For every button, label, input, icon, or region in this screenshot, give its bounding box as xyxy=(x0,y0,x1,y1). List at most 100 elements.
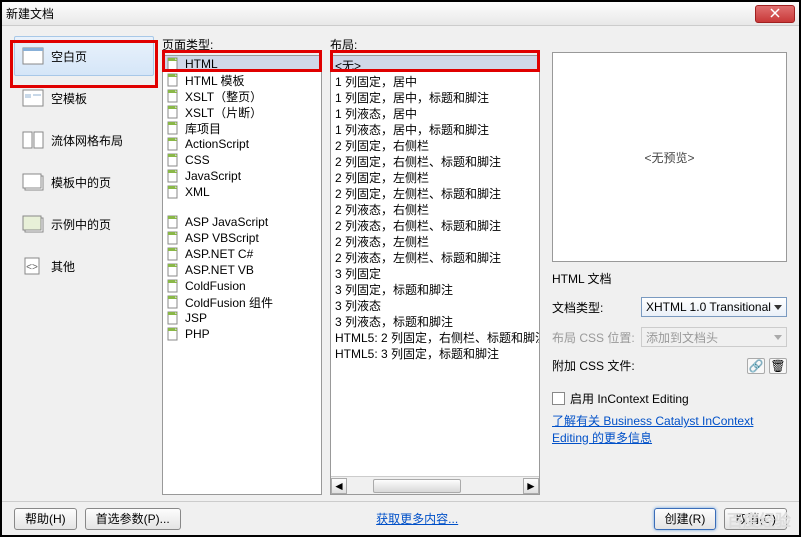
layout-list[interactable]: <无>1 列固定，居中1 列固定，居中，标题和脚注1 列液态，居中1 列液态，居… xyxy=(330,55,540,495)
layout-item[interactable]: 1 列固定，居中 xyxy=(331,72,539,88)
help-button[interactable]: 帮助(H) xyxy=(14,508,77,530)
chevron-down-icon xyxy=(774,305,782,310)
category-label: 其他 xyxy=(51,258,75,275)
layout-item[interactable]: HTML5: 2 列固定，右侧栏、标题和脚注 xyxy=(331,328,539,344)
layout-item[interactable]: 3 列固定，标题和脚注 xyxy=(331,280,539,296)
cancel-button[interactable]: 取消(C) xyxy=(724,508,787,530)
page-type-label: ColdFusion 组件 xyxy=(185,294,273,311)
page-type-label: ASP JavaScript xyxy=(185,215,268,229)
page-type-label: JSP xyxy=(185,311,207,325)
chevron-down-icon xyxy=(774,335,782,340)
category-label: 模板中的页 xyxy=(51,174,111,191)
layout-item[interactable]: 3 列液态，标题和脚注 xyxy=(331,312,539,328)
layout-item[interactable]: 2 列液态，左侧栏、标题和脚注 xyxy=(331,248,539,264)
page-type-label: XSLT（整页） xyxy=(185,88,262,105)
category-icon xyxy=(21,130,45,150)
scroll-right-button[interactable]: ► xyxy=(523,478,539,494)
page-type-item[interactable]: XML xyxy=(163,184,321,200)
page-type-item[interactable]: HTML 模板 xyxy=(163,72,321,88)
category-label: 空模板 xyxy=(51,90,87,107)
page-type-item[interactable]: XSLT（整页） xyxy=(163,88,321,104)
layout-item[interactable]: 2 列液态，左侧栏 xyxy=(331,232,539,248)
file-icon xyxy=(165,279,181,293)
page-type-item[interactable]: HTML xyxy=(163,56,321,72)
layout-item[interactable]: HTML5: 3 列固定，标题和脚注 xyxy=(331,344,539,360)
page-type-item[interactable]: CSS xyxy=(163,152,321,168)
layout-item[interactable]: 1 列液态，居中，标题和脚注 xyxy=(331,120,539,136)
category-item[interactable]: 模板中的页 xyxy=(14,162,154,202)
layout-item[interactable]: 2 列液态，右侧栏、标题和脚注 xyxy=(331,216,539,232)
page-type-item[interactable]: ActionScript xyxy=(163,136,321,152)
page-type-label: CSS xyxy=(185,153,210,167)
layout-item[interactable]: 2 列固定，左侧栏、标题和脚注 xyxy=(331,184,539,200)
page-type-label: XSLT（片断） xyxy=(185,104,262,121)
layout-item[interactable]: 2 列固定，左侧栏 xyxy=(331,168,539,184)
file-icon xyxy=(165,295,181,309)
remove-css-button[interactable]: 🗑 xyxy=(769,358,787,374)
page-type-item[interactable]: ColdFusion 组件 xyxy=(163,294,321,310)
trash-icon: 🗑 xyxy=(770,359,785,373)
page-type-item[interactable]: ASP JavaScript xyxy=(163,214,321,230)
attach-css-button[interactable]: 🔗 xyxy=(747,358,765,374)
incontext-label: 启用 InContext Editing xyxy=(570,390,689,407)
preferences-button[interactable]: 首选参数(P)... xyxy=(85,508,181,530)
layout-item[interactable]: <无> xyxy=(331,56,539,72)
get-more-link[interactable]: 获取更多内容... xyxy=(376,510,458,527)
dialog-footer: 帮助(H) 首选参数(P)... 获取更多内容... 创建(R) 取消(C) xyxy=(2,501,799,535)
layout-item[interactable]: 3 列固定 xyxy=(331,264,539,280)
link-icon: 🔗 xyxy=(749,359,764,373)
category-item[interactable]: <>其他 xyxy=(14,246,154,286)
scroll-left-button[interactable]: ◄ xyxy=(331,478,347,494)
page-type-label: HTML xyxy=(185,57,218,71)
layout-item[interactable]: 2 列液态，右侧栏 xyxy=(331,200,539,216)
category-label: 示例中的页 xyxy=(51,216,111,233)
page-type-item[interactable]: ASP VBScript xyxy=(163,230,321,246)
page-type-list[interactable]: HTMLHTML 模板XSLT（整页）XSLT（片断）库项目ActionScri… xyxy=(162,55,322,495)
page-type-item[interactable]: JSP xyxy=(163,310,321,326)
doctype-select[interactable]: XHTML 1.0 Transitional xyxy=(641,297,787,317)
category-item[interactable]: 示例中的页 xyxy=(14,204,154,244)
preview-text: <无预览> xyxy=(644,149,694,166)
file-icon xyxy=(165,263,181,277)
layout-item[interactable]: 2 列固定，右侧栏 xyxy=(331,136,539,152)
page-type-item[interactable]: 库项目 xyxy=(163,120,321,136)
file-icon xyxy=(165,89,181,103)
page-type-item[interactable]: XSLT（片断） xyxy=(163,104,321,120)
page-type-label: XML xyxy=(185,185,210,199)
file-icon xyxy=(165,247,181,261)
category-item[interactable]: 空白页 xyxy=(14,36,154,76)
category-label: 流体网格布局 xyxy=(51,132,123,149)
page-type-item[interactable]: ASP.NET VB xyxy=(163,262,321,278)
create-button[interactable]: 创建(R) xyxy=(654,508,717,530)
category-icon xyxy=(21,172,45,192)
incontext-help-link[interactable]: 了解有关 Business Catalyst InContext Editing… xyxy=(552,413,787,447)
page-type-item[interactable]: ASP.NET C# xyxy=(163,246,321,262)
file-icon xyxy=(165,169,181,183)
layout-item[interactable]: 1 列固定，居中，标题和脚注 xyxy=(331,88,539,104)
file-icon xyxy=(165,57,181,71)
category-item[interactable]: 流体网格布局 xyxy=(14,120,154,160)
category-label: 空白页 xyxy=(51,48,87,65)
scroll-thumb[interactable] xyxy=(373,479,461,493)
page-type-item[interactable]: ColdFusion xyxy=(163,278,321,294)
css-attach-label: 附加 CSS 文件: xyxy=(552,357,637,374)
incontext-checkbox[interactable] xyxy=(552,392,565,405)
file-icon xyxy=(165,185,181,199)
layout-hscrollbar[interactable]: ◄ ► xyxy=(331,476,539,494)
category-icon xyxy=(21,214,45,234)
preview-description: HTML 文档 xyxy=(552,270,787,287)
category-icon xyxy=(21,88,45,108)
page-type-item[interactable]: PHP xyxy=(163,326,321,342)
new-document-dialog: 新建文档 空白页空模板流体网格布局模板中的页示例中的页<>其他 页面类型: HT… xyxy=(0,0,801,537)
page-type-label: ActionScript xyxy=(185,137,249,151)
category-item[interactable]: 空模板 xyxy=(14,78,154,118)
layout-item[interactable]: 2 列固定，右侧栏、标题和脚注 xyxy=(331,152,539,168)
page-type-label: ASP VBScript xyxy=(185,231,259,245)
titlebar: 新建文档 xyxy=(2,2,799,26)
css-position-label: 布局 CSS 位置: xyxy=(552,329,637,346)
close-button[interactable] xyxy=(755,5,795,23)
layout-item[interactable]: 3 列液态 xyxy=(331,296,539,312)
dialog-title: 新建文档 xyxy=(6,5,755,22)
layout-item[interactable]: 1 列液态，居中 xyxy=(331,104,539,120)
page-type-item[interactable]: JavaScript xyxy=(163,168,321,184)
